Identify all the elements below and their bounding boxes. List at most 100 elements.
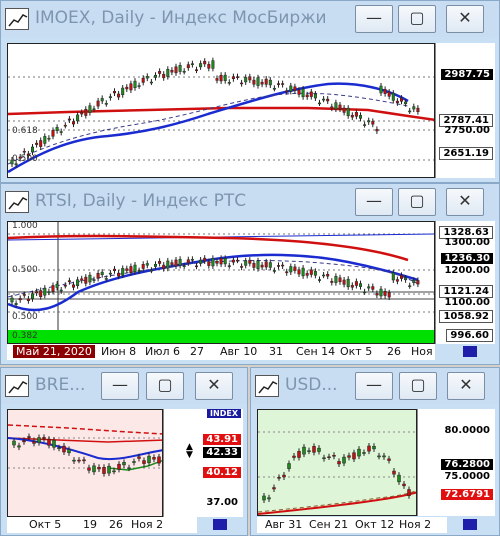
scroll-grip-icon[interactable] (213, 519, 227, 530)
candle (391, 92, 395, 101)
candle (272, 88, 276, 90)
candle (408, 285, 412, 287)
candle (407, 489, 411, 497)
candle (182, 70, 186, 73)
candle (121, 268, 125, 276)
candle (227, 82, 231, 84)
scroll-grip-icon[interactable] (463, 346, 477, 357)
candle (43, 136, 47, 144)
candle (215, 78, 219, 81)
maximize-button[interactable]: ▢ (146, 372, 184, 400)
candle (52, 439, 56, 448)
candle (231, 76, 235, 80)
chart-app-icon (5, 191, 29, 213)
candle (76, 279, 80, 286)
candle (313, 93, 317, 99)
candle (219, 258, 223, 265)
imoex-plot[interactable]: 0.618 0.500 (7, 43, 435, 178)
candle (92, 279, 96, 281)
candle (292, 455, 296, 458)
candle (359, 283, 362, 287)
candle (147, 455, 151, 464)
candle (267, 497, 271, 500)
usd-titlebar[interactable]: USD... — ▢ ✕ (251, 368, 499, 404)
candle (354, 281, 358, 286)
candle (96, 100, 100, 107)
candle (359, 115, 362, 119)
candle (416, 107, 420, 112)
candle (302, 446, 306, 455)
rtsi-plot[interactable]: 1.000 0.500 0.500 0.382 (7, 221, 435, 344)
candle (342, 107, 346, 113)
candle (82, 459, 86, 462)
candle (338, 277, 342, 283)
imoex-titlebar[interactable]: IMOEX, Daily - Индекс МосБиржи — ▢ ✕ (1, 1, 499, 37)
candle (137, 456, 141, 459)
candle (59, 131, 63, 133)
candle (158, 261, 162, 264)
candle (301, 267, 305, 277)
close-button[interactable]: ✕ (447, 372, 485, 400)
minimize-button[interactable]: — (355, 372, 393, 400)
candle (117, 463, 121, 470)
candle (297, 89, 301, 95)
candle (166, 260, 170, 269)
candle (96, 272, 100, 279)
candle (379, 85, 383, 94)
candle (12, 440, 16, 446)
candle (318, 279, 321, 281)
candle (203, 60, 207, 65)
candle (39, 140, 43, 147)
price-label: 2651.19 (439, 147, 493, 160)
candle (63, 124, 67, 127)
maximize-button[interactable]: ▢ (399, 372, 437, 400)
candle (248, 76, 252, 81)
candle (112, 470, 116, 473)
candle (402, 483, 406, 487)
candle (346, 278, 350, 288)
candle (367, 286, 371, 289)
brent-chart-svg (8, 424, 162, 477)
minimize-button[interactable]: — (355, 188, 393, 216)
candle (412, 106, 416, 110)
candle (404, 277, 408, 281)
maximize-button[interactable]: ▢ (398, 188, 436, 216)
candle (326, 273, 330, 277)
candle (346, 107, 350, 117)
candle (207, 261, 211, 266)
close-button[interactable]: ✕ (446, 5, 484, 33)
candle (178, 65, 182, 72)
date-label: 31 (269, 345, 283, 358)
maximize-button[interactable]: ▢ (398, 5, 436, 33)
candle (354, 112, 358, 117)
minimize-button[interactable]: — (355, 5, 393, 33)
rtsi-title: RTSI, Daily - Индекс РТС (35, 191, 247, 211)
rtsi-titlebar[interactable]: RTSI, Daily - Индекс РТС — ▢ ✕ (1, 184, 499, 220)
candle (248, 259, 252, 264)
candle (367, 445, 371, 452)
index-label: INDEX (207, 409, 241, 418)
candle (77, 459, 81, 462)
candle (377, 455, 381, 458)
brent-titlebar[interactable]: BRE... — ▢ ✕ (1, 368, 247, 404)
minimize-button[interactable]: — (101, 372, 139, 400)
close-button[interactable]: ✕ (195, 372, 233, 400)
candle (387, 458, 391, 461)
price-label: 996.60 (446, 329, 493, 342)
rtsi-price-axis: 1328.63 1300.00 1236.30 1200.00 1121.24 … (435, 221, 495, 344)
scroll-grip-icon[interactable] (463, 519, 477, 530)
date-label: Июн 8 (101, 345, 137, 358)
usd-plot[interactable] (257, 409, 417, 516)
close-button[interactable]: ✕ (446, 188, 484, 216)
rtsi-chart-svg (8, 222, 434, 343)
fib-level-label: 1.000 (12, 221, 38, 231)
brent-plot[interactable] (7, 409, 163, 517)
candle (166, 69, 170, 77)
candle (392, 470, 396, 475)
candle (322, 457, 326, 460)
candle (22, 440, 26, 443)
candle (322, 98, 326, 101)
candle (190, 259, 194, 261)
candle (379, 288, 383, 297)
fib-level-label: 0.500 (12, 312, 38, 322)
